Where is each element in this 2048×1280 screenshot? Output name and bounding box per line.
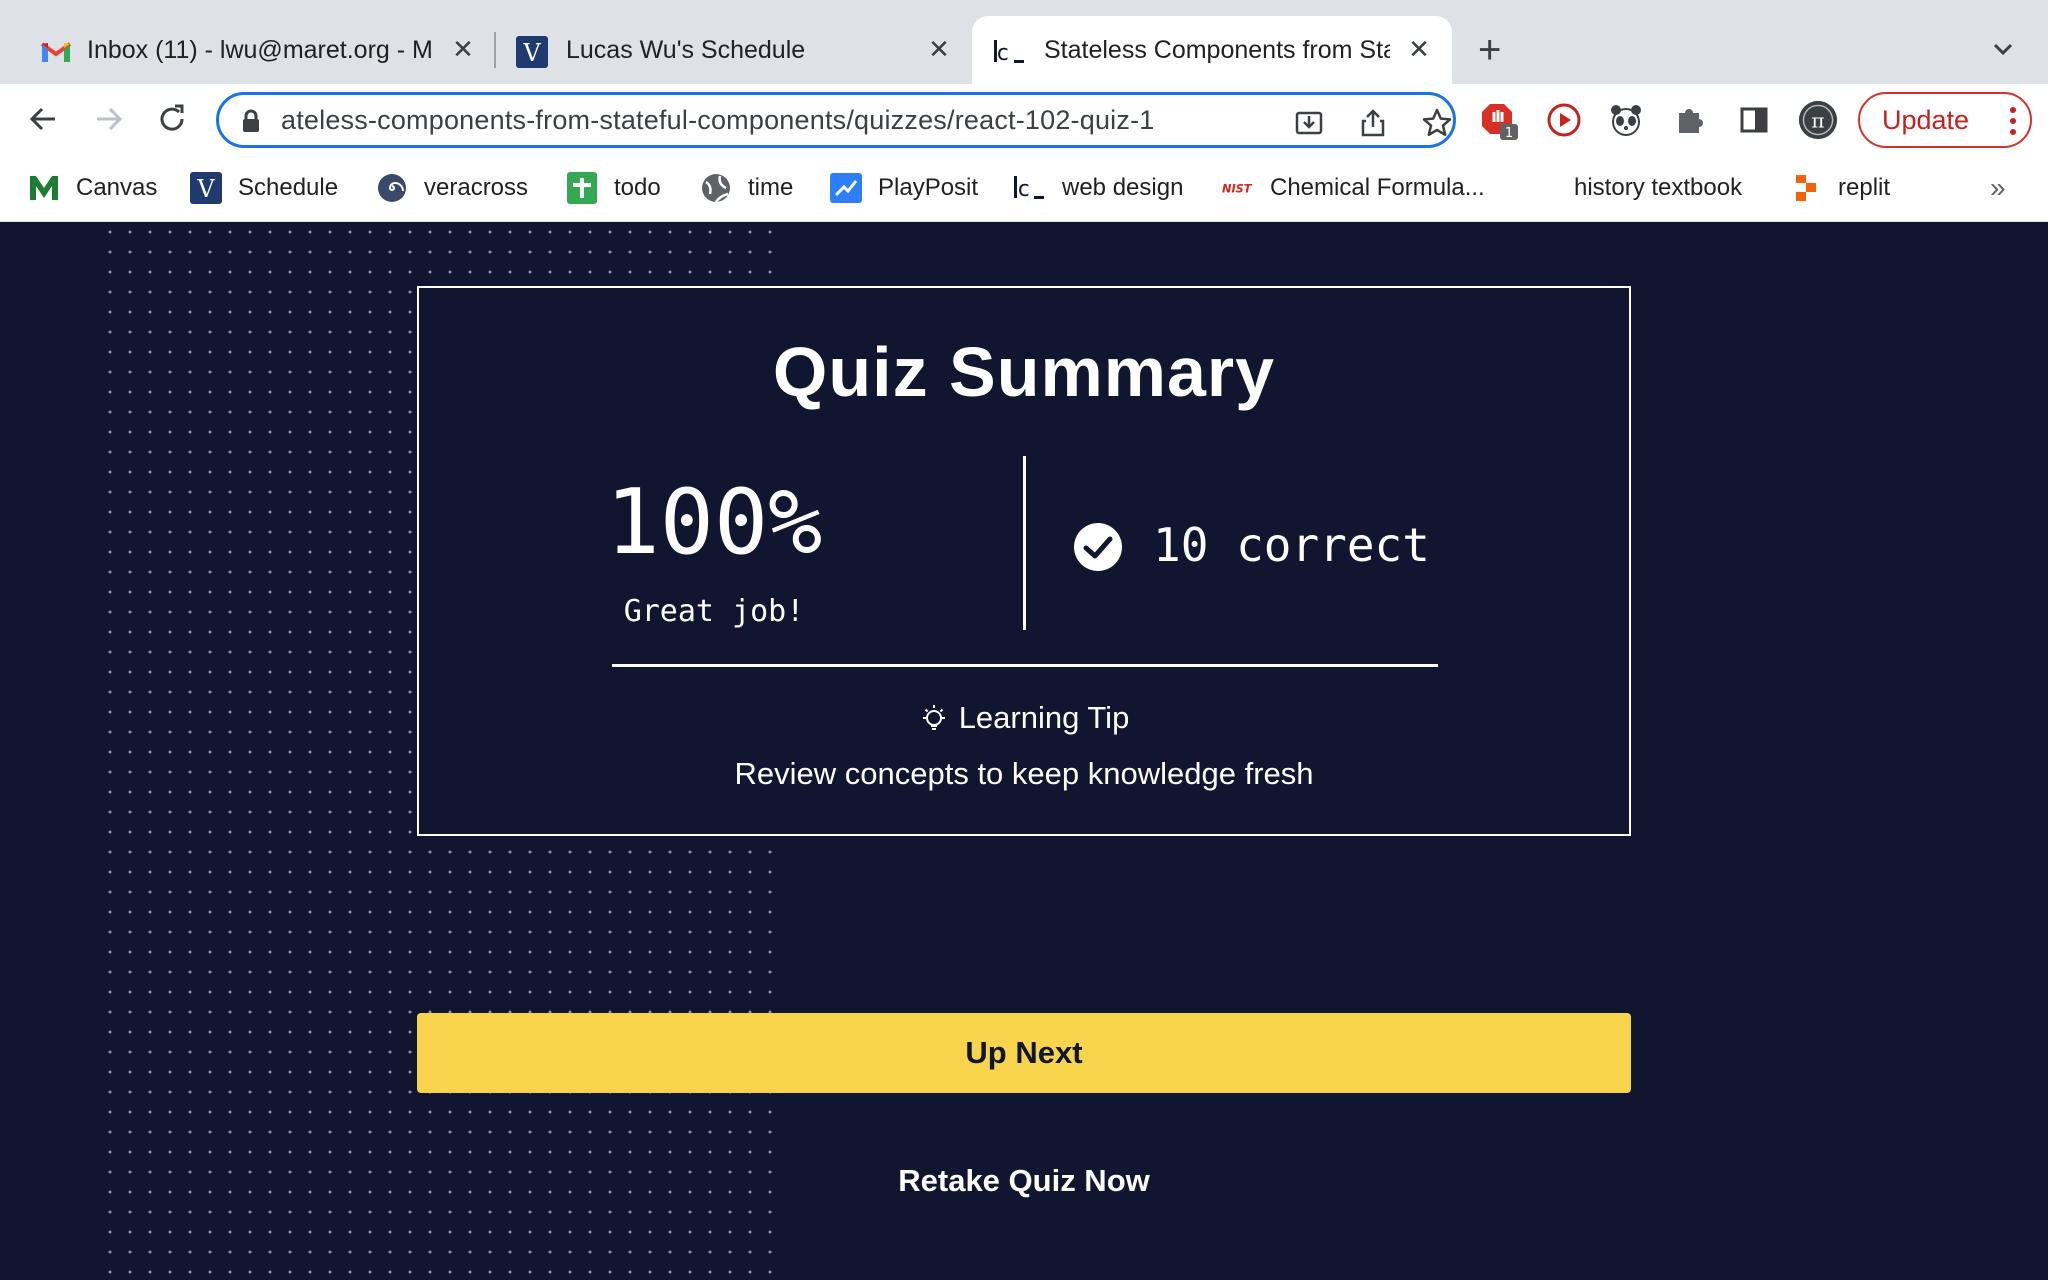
video-extension-icon[interactable] (1544, 100, 1584, 140)
horizontal-divider (612, 664, 1438, 667)
bookmark-label: time (748, 174, 794, 201)
forward-arrow-icon (97, 107, 123, 131)
svg-text:V: V (522, 39, 541, 67)
bookmark-label: Schedule (238, 174, 339, 201)
quiz-summary-card: Quiz Summary 100% Great job! 10 correct … (417, 286, 1631, 836)
close-tab-icon[interactable]: ✕ (1404, 34, 1434, 64)
update-button[interactable]: Update (1858, 92, 2032, 148)
globe-icon (700, 172, 732, 204)
nist-icon: NIST (1222, 172, 1254, 204)
close-tab-icon[interactable]: ✕ (448, 34, 478, 64)
bookmark-todo[interactable]: todo (566, 170, 661, 206)
bookmarks-bar: Canvas V Schedule veracross todo time Pl… (0, 156, 2048, 222)
bookmark-schedule[interactable]: V Schedule (190, 170, 338, 206)
side-panel-icon[interactable] (1734, 100, 1774, 140)
sheets-plus-icon (566, 172, 598, 204)
bookmark-label: history textbook (1574, 174, 1743, 201)
tab-search-chevron-icon[interactable] (1988, 34, 2018, 64)
svg-text:c: c (996, 41, 1009, 66)
more-menu-icon[interactable] (2010, 106, 2016, 136)
learning-tip-heading: Learning Tip (419, 700, 1629, 736)
bookmark-canvas[interactable]: Canvas (28, 170, 157, 206)
codecademy-icon: c (994, 38, 1026, 66)
reload-icon (160, 104, 184, 131)
lightbulb-icon (922, 705, 945, 730)
spiral-icon (376, 172, 408, 204)
panda-extension-icon[interactable] (1606, 100, 1646, 140)
gmail-icon (40, 38, 72, 66)
extension-badge: 1 (1505, 126, 1513, 140)
bookmarks-overflow-chevron-icon[interactable]: » (1990, 172, 2006, 204)
bookmark-label: todo (614, 174, 661, 201)
tab-schedule[interactable]: V Lucas Wu's Schedule ✕ (498, 16, 972, 84)
puzzle-extensions-icon[interactable] (1670, 100, 1710, 140)
vertical-divider (1023, 456, 1026, 630)
canvas-m-icon (28, 172, 60, 204)
svg-text:NIST: NIST (1222, 183, 1253, 196)
bookmark-star-icon[interactable] (1421, 107, 1453, 139)
bookmark-label: replit (1838, 174, 1891, 201)
bookmark-replit[interactable]: replit (1790, 170, 1890, 206)
reload-button[interactable] (152, 99, 192, 139)
learning-tip-label: Learning Tip (958, 700, 1130, 735)
svg-text:V: V (196, 175, 215, 203)
bookmark-veracross[interactable]: veracross (376, 170, 528, 206)
bookmark-label: veracross (424, 174, 529, 201)
bookmark-playposit[interactable]: PlayPosit (830, 170, 978, 206)
svg-text:π: π (1811, 108, 1824, 132)
back-button[interactable] (24, 99, 64, 139)
address-bar[interactable]: ateless-components-from-stateful-compone… (216, 92, 1456, 148)
tab-divider (494, 32, 496, 68)
tab-title: Lucas Wu's Schedule (566, 36, 806, 64)
bookmark-web-design[interactable]: c web design (1014, 170, 1183, 206)
profile-avatar[interactable]: π (1798, 100, 1838, 140)
up-next-button[interactable]: Up Next (417, 1013, 1631, 1093)
replit-icon (1790, 172, 1822, 204)
page-content: Quiz Summary 100% Great job! 10 correct … (0, 222, 2048, 1280)
bookmark-label: Canvas (76, 174, 158, 201)
share-icon[interactable] (1357, 107, 1389, 139)
bookmark-history-textbook[interactable]: history textbook (1574, 170, 1742, 206)
codecademy-icon: c (1014, 172, 1046, 204)
tab-gmail[interactable]: Inbox (11) - lwu@maret.org - M ✕ (0, 16, 498, 84)
veracross-v-icon: V (190, 172, 222, 204)
bookmark-label: web design (1062, 174, 1184, 201)
svg-text:c: c (1017, 177, 1030, 202)
bookmark-chemical-formula[interactable]: NIST Chemical Formula... (1222, 170, 1485, 206)
forward-button[interactable] (88, 99, 128, 139)
install-app-icon[interactable] (1293, 107, 1325, 139)
bookmark-time[interactable]: time (700, 170, 793, 206)
browser-toolbar: ateless-components-from-stateful-compone… (0, 84, 2048, 156)
retake-quiz-button[interactable]: Retake Quiz Now (820, 1156, 1228, 1206)
correct-count: 10 correct (1153, 518, 1430, 572)
bookmark-label: PlayPosit (878, 174, 979, 201)
update-label: Update (1882, 104, 1970, 135)
quiz-summary-title: Quiz Summary (772, 333, 1276, 411)
check-circle-icon (1074, 523, 1122, 571)
tab-stateless-components[interactable]: c Stateless Components from Sta ✕ (972, 16, 1452, 84)
tab-title: Stateless Components from Sta (1044, 36, 1390, 64)
lock-icon[interactable] (241, 109, 261, 133)
veracross-v-icon: V (516, 36, 548, 68)
score-message: Great job! (623, 594, 805, 629)
new-tab-button[interactable]: + (1478, 30, 1501, 70)
playposit-icon (830, 172, 862, 204)
learning-tip-body: Review concepts to keep knowledge fresh (734, 756, 1314, 791)
score-percent: 100% (605, 470, 823, 575)
close-tab-icon[interactable]: ✕ (924, 34, 954, 64)
tab-title: Inbox (11) - lwu@maret.org - M (87, 36, 433, 64)
browser-tab-strip: Inbox (11) - lwu@maret.org - M ✕ V Lucas… (0, 0, 2048, 84)
back-arrow-icon (29, 107, 55, 131)
bookmark-label: Chemical Formula... (1270, 174, 1485, 201)
adblock-extension-icon[interactable]: 1 (1480, 100, 1520, 140)
